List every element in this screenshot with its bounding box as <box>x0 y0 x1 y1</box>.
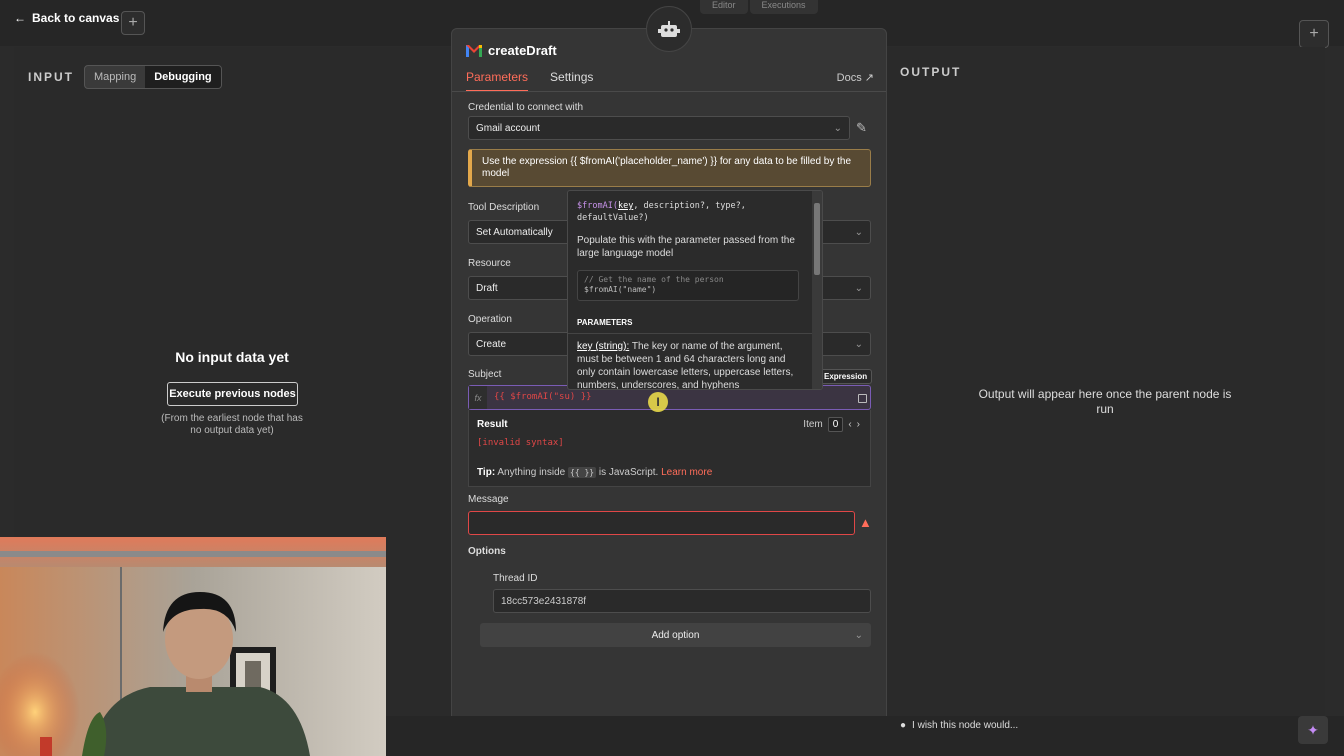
divider <box>568 333 813 334</box>
operation-label: Operation <box>468 314 512 325</box>
execute-note-line: no output data yet) <box>190 425 274 436</box>
output-empty-message: Output will appear here once the parent … <box>978 387 1232 416</box>
item-selector: Item 0 ‹ › <box>803 417 860 432</box>
text-cursor-icon: I <box>648 392 668 412</box>
tip-label: Tip: <box>477 467 496 478</box>
result-label: Result <box>477 419 508 430</box>
autocomplete-popup: $fromAI(key, description?, type?, defaul… <box>567 190 823 390</box>
back-label: Back to canvas <box>32 11 120 25</box>
chevron-down-icon: ⌄ <box>854 282 863 294</box>
scroll-thumb[interactable] <box>814 203 820 275</box>
top-tabs: Editor Executions <box>700 0 818 14</box>
expression-result: Result [invalid syntax] Item 0 ‹ › Tip: … <box>468 410 871 487</box>
chevron-down-icon: ⌄ <box>854 629 863 641</box>
input-title: INPUT <box>28 70 74 84</box>
docs-link[interactable]: Docs ↗ <box>837 71 874 84</box>
popup-scrollbar[interactable] <box>812 191 822 389</box>
pencil-icon[interactable]: ✎ <box>856 120 867 136</box>
tab-executions[interactable]: Executions <box>749 0 818 14</box>
fromai-notice: Use the expression {{ $fromAI('placehold… <box>468 149 871 187</box>
tab-divider <box>452 91 886 92</box>
input-header: INPUT Mapping Debugging <box>28 65 222 89</box>
subject-label: Subject <box>468 369 502 380</box>
back-to-canvas-link[interactable]: ← Back to canvas <box>14 11 119 25</box>
add-option-label: Add option <box>651 629 700 641</box>
message-input[interactable] <box>468 511 855 535</box>
node-name[interactable]: createDraft <box>488 43 557 58</box>
parameters-heading: PARAMETERS <box>577 318 633 327</box>
execute-previous-nodes-button[interactable]: Execute previous nodes <box>167 382 298 406</box>
item-index[interactable]: 0 <box>827 417 844 432</box>
webcam-overlay <box>0 537 386 756</box>
chevron-right-icon[interactable]: › <box>857 419 860 430</box>
tool-description-label: Tool Description <box>468 202 540 213</box>
warning-icon: ▲ <box>859 515 872 530</box>
tab-parameters[interactable]: Parameters <box>466 70 529 92</box>
gmail-icon <box>466 44 482 57</box>
credential-select[interactable]: Gmail account ⌄ <box>468 116 850 140</box>
plus-icon: + <box>1309 25 1319 42</box>
mapping-mode-button[interactable]: Mapping <box>85 66 145 88</box>
feedback-prompt[interactable]: ● I wish this node would... <box>900 720 1018 731</box>
options-label: Options <box>468 546 506 557</box>
tip-text: Tip: Anything inside {{ }} is JavaScript… <box>477 467 712 478</box>
tip-after: is JavaScript. <box>598 467 659 478</box>
output-title: OUTPUT <box>900 65 962 79</box>
resource-value: Draft <box>476 282 498 294</box>
function-signature: $fromAI(key, description?, type?, defaul… <box>577 200 797 224</box>
debugging-mode-button[interactable]: Debugging <box>145 66 221 88</box>
chevron-down-icon: ⌄ <box>854 338 863 350</box>
execute-note-line: (From the earliest node that has <box>161 413 303 424</box>
credential-value: Gmail account <box>476 122 540 134</box>
external-link-icon: ↗ <box>864 72 874 84</box>
feedback-text: I wish this node would... <box>912 720 1019 731</box>
signature-fn: $fromAI( <box>577 201 618 211</box>
sparkle-icon: ✦ <box>1307 721 1319 738</box>
tool-description-value: Set Automatically <box>476 226 553 238</box>
thread-id-input[interactable]: 18cc573e2431878f <box>493 589 871 613</box>
plus-icon: + <box>128 14 138 31</box>
tip-before: Anything inside <box>497 467 566 478</box>
ai-assistant-button[interactable]: ✦ <box>1298 716 1328 744</box>
no-input-title: No input data yet <box>175 349 289 365</box>
code-example: // Get the name of the person $fromAI("n… <box>577 270 799 301</box>
docs-label: Docs <box>836 72 862 84</box>
arrow-left-icon: ← <box>14 11 26 25</box>
signature-key: key <box>617 201 634 211</box>
key-param-name: key (string): <box>577 341 630 352</box>
item-label: Item <box>803 419 823 430</box>
node-tabs: Parameters Settings <box>466 70 593 92</box>
execute-note: (From the earliest node that has no outp… <box>14 413 450 437</box>
add-node-button[interactable]: + <box>121 11 145 35</box>
learn-more-link[interactable]: Learn more <box>661 467 712 478</box>
message-label: Message <box>468 494 509 505</box>
key-param-doc: key (string): The key or name of the arg… <box>577 340 802 389</box>
function-description: Populate this with the parameter passed … <box>577 235 795 259</box>
credential-label: Credential to connect with <box>468 102 584 113</box>
chevron-down-icon: ⌄ <box>854 226 863 238</box>
result-value: [invalid syntax] <box>477 438 564 448</box>
chevron-down-icon: ⌄ <box>833 122 842 134</box>
thread-id-label: Thread ID <box>493 573 538 584</box>
robot-glyph <box>658 21 680 37</box>
input-mode-toggle: Mapping Debugging <box>84 65 222 89</box>
tip-code: {{ }} <box>568 467 597 478</box>
webcam-image <box>0 537 386 756</box>
resource-label: Resource <box>468 258 511 269</box>
chevron-left-icon[interactable]: ‹ <box>848 419 851 430</box>
node-title: createDraft <box>466 43 557 58</box>
tab-settings[interactable]: Settings <box>550 70 593 92</box>
robot-icon <box>646 6 692 52</box>
tab-editor[interactable]: Editor <box>700 0 748 14</box>
fx-icon: fx <box>469 386 487 409</box>
expression-badge[interactable]: Expression <box>819 369 873 384</box>
expand-icon[interactable] <box>858 394 867 403</box>
operation-value: Create <box>476 338 507 350</box>
code-comment: // Get the name of the person <box>584 275 724 284</box>
add-option-button[interactable]: Add option ⌄ <box>480 623 871 647</box>
subject-expression-text: {{ $fromAI("su) }} <box>494 392 592 402</box>
lightbulb-icon: ● <box>900 720 907 731</box>
code-line: $fromAI("name") <box>584 285 657 294</box>
add-node-right-button[interactable]: + <box>1299 20 1329 48</box>
